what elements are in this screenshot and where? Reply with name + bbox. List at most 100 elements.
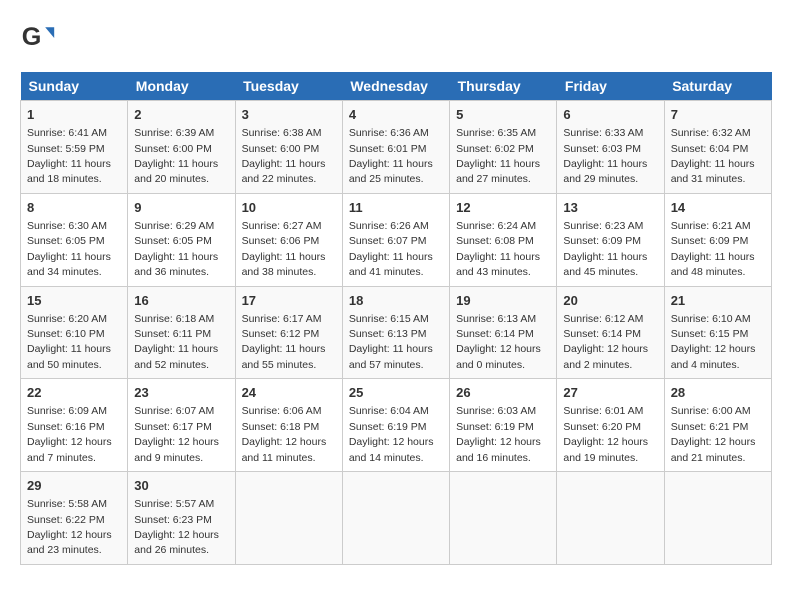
day-info: Sunrise: 6:18 AMSunset: 6:11 PMDaylight:… [134,313,218,371]
day-number: 7 [671,106,765,124]
day-number: 23 [134,384,228,402]
day-info: Sunrise: 6:04 AMSunset: 6:19 PMDaylight:… [349,405,434,463]
calendar-cell: 8 Sunrise: 6:30 AMSunset: 6:05 PMDayligh… [21,193,128,286]
day-info: Sunrise: 6:36 AMSunset: 6:01 PMDaylight:… [349,127,433,185]
day-info: Sunrise: 6:24 AMSunset: 6:08 PMDaylight:… [456,220,540,278]
day-info: Sunrise: 6:07 AMSunset: 6:17 PMDaylight:… [134,405,219,463]
calendar-cell [342,472,449,565]
day-info: Sunrise: 6:33 AMSunset: 6:03 PMDaylight:… [563,127,647,185]
calendar-week-2: 8 Sunrise: 6:30 AMSunset: 6:05 PMDayligh… [21,193,772,286]
calendar-week-5: 29 Sunrise: 5:58 AMSunset: 6:22 PMDaylig… [21,472,772,565]
day-info: Sunrise: 6:01 AMSunset: 6:20 PMDaylight:… [563,405,648,463]
header-sunday: Sunday [21,72,128,101]
calendar-cell: 15 Sunrise: 6:20 AMSunset: 6:10 PMDaylig… [21,286,128,379]
day-number: 4 [349,106,443,124]
header-saturday: Saturday [664,72,771,101]
header-monday: Monday [128,72,235,101]
day-number: 2 [134,106,228,124]
calendar-cell: 4 Sunrise: 6:36 AMSunset: 6:01 PMDayligh… [342,101,449,194]
day-number: 29 [27,477,121,495]
calendar-cell: 14 Sunrise: 6:21 AMSunset: 6:09 PMDaylig… [664,193,771,286]
logo: G Blue [20,20,60,56]
day-number: 28 [671,384,765,402]
day-info: Sunrise: 5:58 AMSunset: 6:22 PMDaylight:… [27,498,112,556]
calendar-cell: 22 Sunrise: 6:09 AMSunset: 6:16 PMDaylig… [21,379,128,472]
day-number: 15 [27,292,121,310]
calendar-cell: 27 Sunrise: 6:01 AMSunset: 6:20 PMDaylig… [557,379,664,472]
calendar-cell: 30 Sunrise: 5:57 AMSunset: 6:23 PMDaylig… [128,472,235,565]
calendar-cell: 28 Sunrise: 6:00 AMSunset: 6:21 PMDaylig… [664,379,771,472]
header-wednesday: Wednesday [342,72,449,101]
day-info: Sunrise: 6:10 AMSunset: 6:15 PMDaylight:… [671,313,756,371]
day-number: 3 [242,106,336,124]
calendar-cell: 13 Sunrise: 6:23 AMSunset: 6:09 PMDaylig… [557,193,664,286]
header-thursday: Thursday [450,72,557,101]
day-number: 6 [563,106,657,124]
day-number: 17 [242,292,336,310]
calendar-cell: 10 Sunrise: 6:27 AMSunset: 6:06 PMDaylig… [235,193,342,286]
day-number: 1 [27,106,121,124]
calendar-cell: 2 Sunrise: 6:39 AMSunset: 6:00 PMDayligh… [128,101,235,194]
calendar-cell: 19 Sunrise: 6:13 AMSunset: 6:14 PMDaylig… [450,286,557,379]
calendar-cell: 3 Sunrise: 6:38 AMSunset: 6:00 PMDayligh… [235,101,342,194]
day-number: 9 [134,199,228,217]
calendar-cell [450,472,557,565]
day-number: 26 [456,384,550,402]
calendar-cell: 20 Sunrise: 6:12 AMSunset: 6:14 PMDaylig… [557,286,664,379]
day-number: 19 [456,292,550,310]
day-info: Sunrise: 6:38 AMSunset: 6:00 PMDaylight:… [242,127,326,185]
calendar-cell: 21 Sunrise: 6:10 AMSunset: 6:15 PMDaylig… [664,286,771,379]
day-info: Sunrise: 6:39 AMSunset: 6:00 PMDaylight:… [134,127,218,185]
calendar-cell: 17 Sunrise: 6:17 AMSunset: 6:12 PMDaylig… [235,286,342,379]
calendar-cell: 5 Sunrise: 6:35 AMSunset: 6:02 PMDayligh… [450,101,557,194]
page-header: G Blue [20,20,772,56]
day-info: Sunrise: 6:29 AMSunset: 6:05 PMDaylight:… [134,220,218,278]
header-row: Sunday Monday Tuesday Wednesday Thursday… [21,72,772,101]
day-number: 25 [349,384,443,402]
day-number: 27 [563,384,657,402]
calendar-cell: 18 Sunrise: 6:15 AMSunset: 6:13 PMDaylig… [342,286,449,379]
day-info: Sunrise: 6:26 AMSunset: 6:07 PMDaylight:… [349,220,433,278]
calendar-cell [235,472,342,565]
calendar-week-3: 15 Sunrise: 6:20 AMSunset: 6:10 PMDaylig… [21,286,772,379]
calendar-cell: 9 Sunrise: 6:29 AMSunset: 6:05 PMDayligh… [128,193,235,286]
day-info: Sunrise: 5:57 AMSunset: 6:23 PMDaylight:… [134,498,219,556]
logo-icon: G [20,20,56,56]
day-number: 10 [242,199,336,217]
day-number: 12 [456,199,550,217]
day-info: Sunrise: 6:32 AMSunset: 6:04 PMDaylight:… [671,127,755,185]
day-info: Sunrise: 6:09 AMSunset: 6:16 PMDaylight:… [27,405,112,463]
calendar-table: Sunday Monday Tuesday Wednesday Thursday… [20,72,772,565]
day-info: Sunrise: 6:20 AMSunset: 6:10 PMDaylight:… [27,313,111,371]
day-number: 21 [671,292,765,310]
day-info: Sunrise: 6:41 AMSunset: 5:59 PMDaylight:… [27,127,111,185]
day-number: 14 [671,199,765,217]
calendar-cell: 26 Sunrise: 6:03 AMSunset: 6:19 PMDaylig… [450,379,557,472]
calendar-cell: 29 Sunrise: 5:58 AMSunset: 6:22 PMDaylig… [21,472,128,565]
calendar-cell: 25 Sunrise: 6:04 AMSunset: 6:19 PMDaylig… [342,379,449,472]
calendar-cell: 1 Sunrise: 6:41 AMSunset: 5:59 PMDayligh… [21,101,128,194]
calendar-header: Sunday Monday Tuesday Wednesday Thursday… [21,72,772,101]
calendar-cell: 23 Sunrise: 6:07 AMSunset: 6:17 PMDaylig… [128,379,235,472]
day-info: Sunrise: 6:30 AMSunset: 6:05 PMDaylight:… [27,220,111,278]
day-number: 16 [134,292,228,310]
calendar-cell [557,472,664,565]
svg-text:G: G [22,23,42,51]
calendar-body: 1 Sunrise: 6:41 AMSunset: 5:59 PMDayligh… [21,101,772,565]
day-number: 11 [349,199,443,217]
day-number: 20 [563,292,657,310]
day-info: Sunrise: 6:21 AMSunset: 6:09 PMDaylight:… [671,220,755,278]
calendar-cell [664,472,771,565]
day-number: 8 [27,199,121,217]
day-info: Sunrise: 6:27 AMSunset: 6:06 PMDaylight:… [242,220,326,278]
day-info: Sunrise: 6:23 AMSunset: 6:09 PMDaylight:… [563,220,647,278]
day-info: Sunrise: 6:00 AMSunset: 6:21 PMDaylight:… [671,405,756,463]
day-number: 13 [563,199,657,217]
day-number: 30 [134,477,228,495]
calendar-cell: 16 Sunrise: 6:18 AMSunset: 6:11 PMDaylig… [128,286,235,379]
day-number: 18 [349,292,443,310]
calendar-week-4: 22 Sunrise: 6:09 AMSunset: 6:16 PMDaylig… [21,379,772,472]
header-friday: Friday [557,72,664,101]
day-info: Sunrise: 6:06 AMSunset: 6:18 PMDaylight:… [242,405,327,463]
calendar-cell: 11 Sunrise: 6:26 AMSunset: 6:07 PMDaylig… [342,193,449,286]
